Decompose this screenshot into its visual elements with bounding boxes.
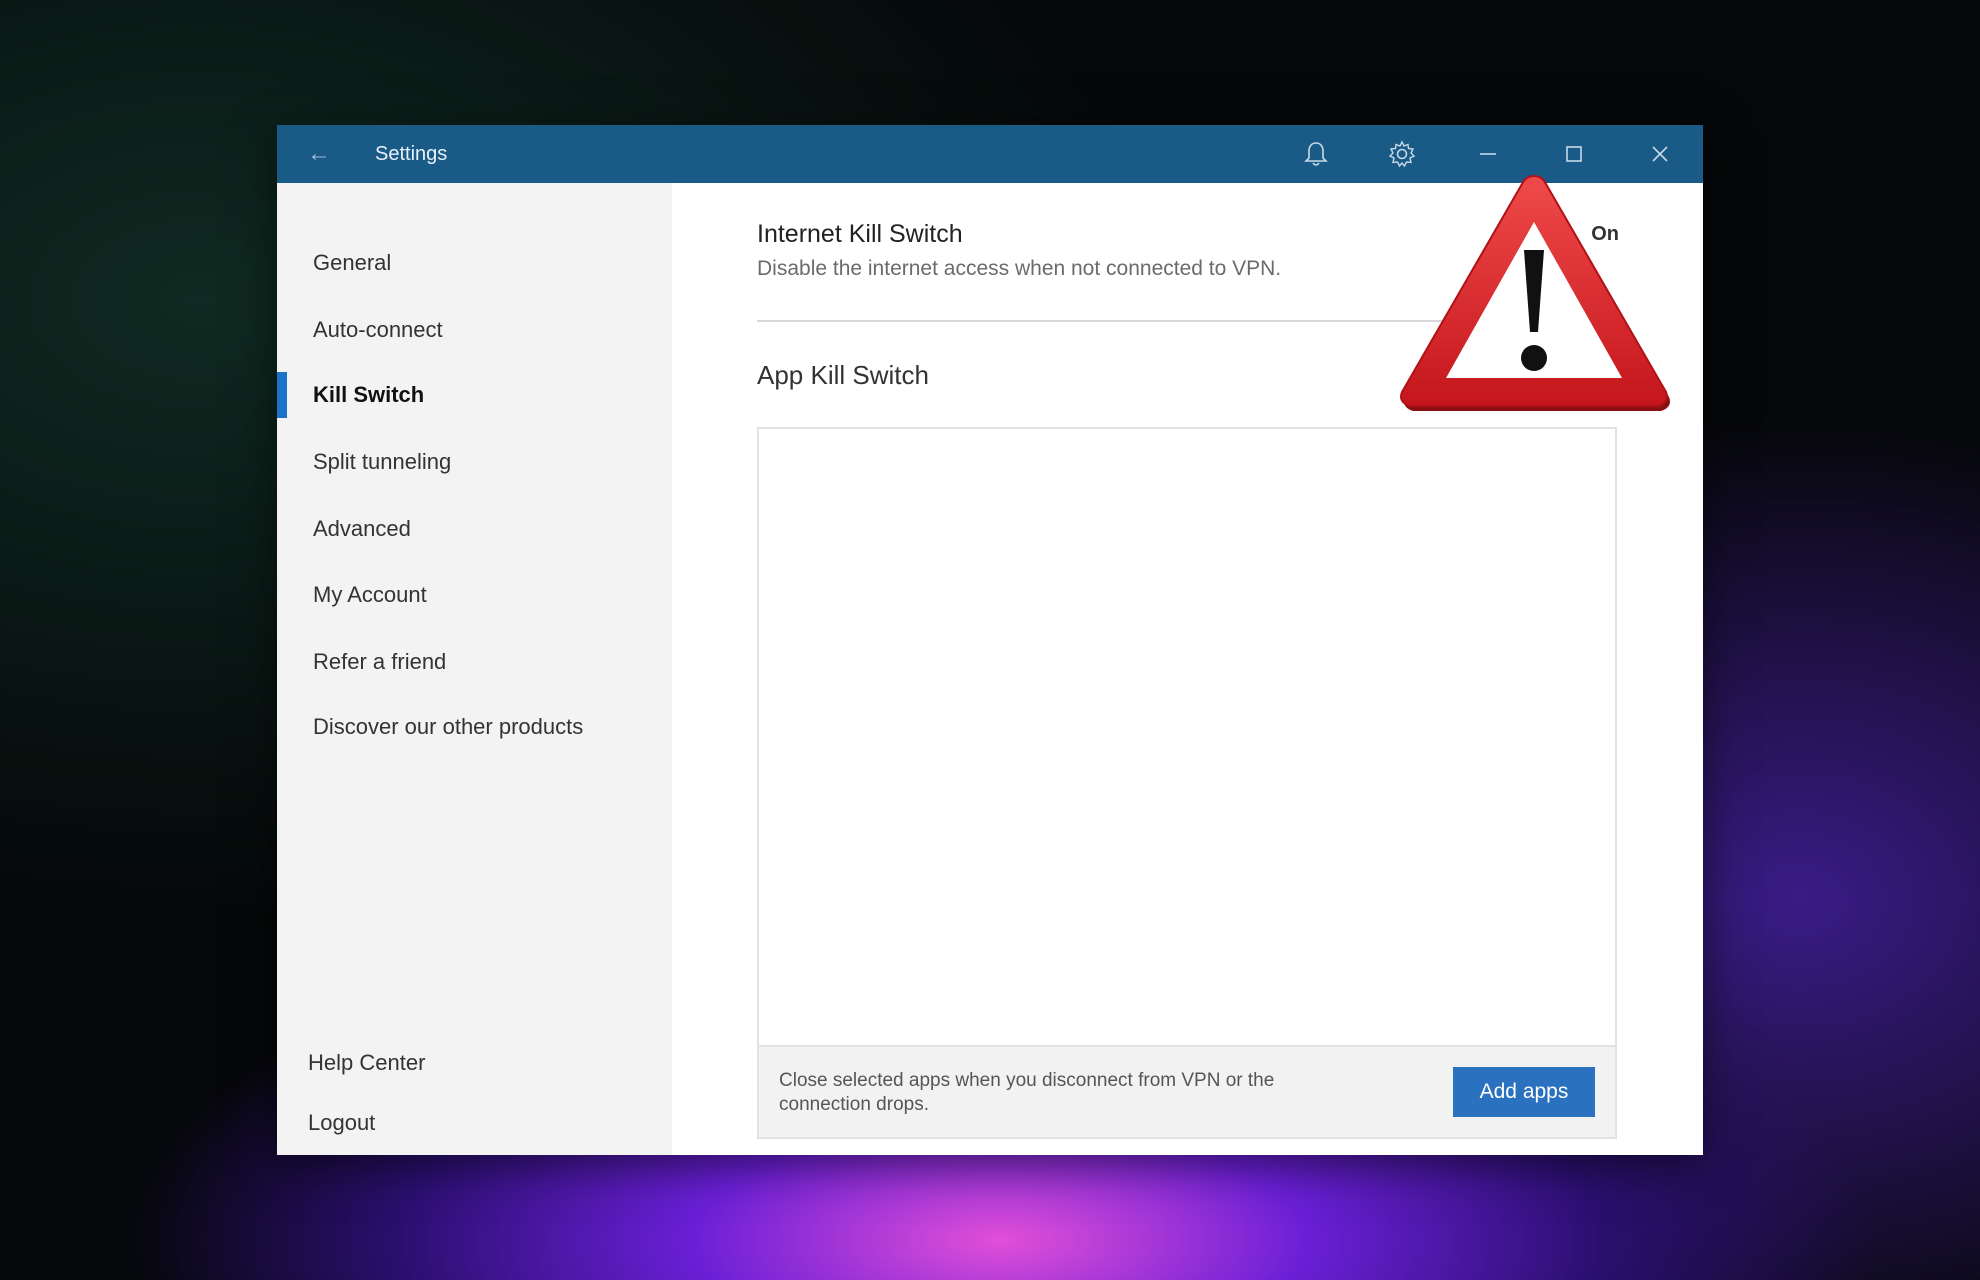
window-title: Settings [375, 142, 448, 165]
sidebar-item-discover-products[interactable]: Discover our other products [277, 702, 672, 752]
maximize-icon [1566, 146, 1582, 162]
minimize-icon [1480, 153, 1496, 155]
app-kill-switch-description: Close selected apps when you disconnect … [779, 1070, 1275, 1115]
close-icon [1652, 146, 1668, 162]
help-center-link[interactable]: Help Center [277, 1038, 672, 1088]
warning-triangle-icon [1400, 174, 1670, 411]
sidebar-item-refer-a-friend[interactable]: Refer a friend [277, 637, 672, 687]
sidebar-item-kill-switch[interactable]: Kill Switch [277, 370, 672, 420]
arrow-left-icon: ← [307, 140, 331, 167]
sidebar-item-advanced[interactable]: Advanced [277, 504, 672, 554]
internet-kill-switch-title: Internet Kill Switch [757, 220, 963, 248]
sidebar-item-my-account[interactable]: My Account [277, 570, 672, 620]
app-list-footer: Close selected apps when you disconnect … [759, 1045, 1615, 1137]
internet-kill-switch-description: Disable the internet access when not con… [757, 257, 1282, 280]
logout-link[interactable]: Logout [277, 1098, 672, 1148]
sidebar-item-auto-connect[interactable]: Auto-connect [277, 305, 672, 355]
sidebar-item-split-tunneling[interactable]: Split tunneling [277, 437, 672, 487]
sidebar: General Auto-connect Kill Switch Split t… [277, 183, 672, 1155]
add-apps-button[interactable]: Add apps [1453, 1067, 1595, 1117]
back-button[interactable]: ← [297, 125, 341, 183]
gear-icon [1388, 140, 1416, 168]
notifications-button[interactable] [1273, 125, 1359, 183]
app-list[interactable]: Close selected apps when you disconnect … [757, 427, 1617, 1139]
sidebar-item-general[interactable]: General [277, 238, 672, 288]
bell-icon [1304, 142, 1328, 166]
app-kill-switch-title: App Kill Switch [757, 360, 929, 390]
